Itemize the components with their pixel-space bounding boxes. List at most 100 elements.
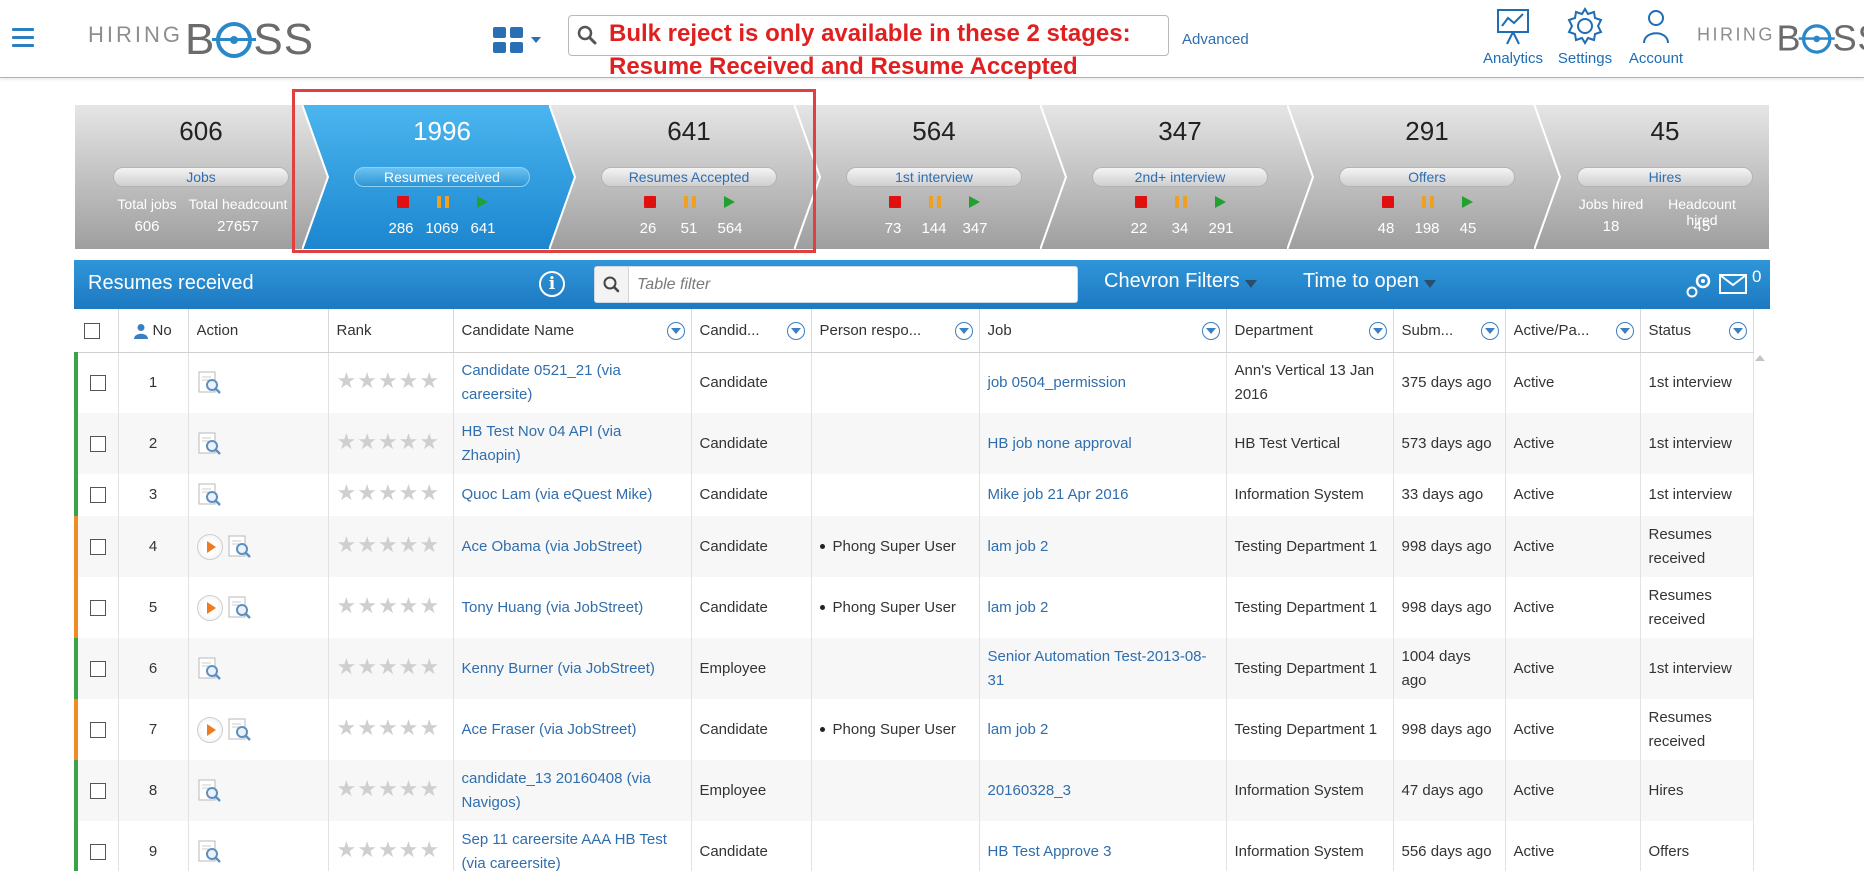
candidate-name-link[interactable]: Kenny Burner (via JobStreet) — [462, 660, 655, 677]
magnifier-icon[interactable] — [197, 431, 223, 457]
mail-icon[interactable] — [1718, 272, 1748, 296]
magnifier-icon[interactable] — [197, 656, 223, 682]
row-checkbox[interactable] — [89, 721, 106, 738]
magnifier-icon[interactable] — [197, 482, 223, 508]
column-header-job[interactable]: Job — [979, 309, 1227, 353]
column-header-rank[interactable]: Rank — [328, 309, 454, 353]
star-icon[interactable]: ★★★★★ — [337, 480, 441, 505]
magnifier-icon[interactable] — [197, 778, 223, 804]
job-link[interactable]: HB Test Approve 3 — [988, 843, 1112, 860]
play-icon[interactable] — [723, 196, 735, 208]
table-row[interactable]: 2 ★★★★★ HB Test Nov 04 API (via Zhaopin)… — [74, 413, 1754, 474]
info-icon[interactable]: i — [539, 271, 565, 297]
account-button[interactable]: Account — [1620, 6, 1692, 67]
column-header-submitted[interactable]: Subm... — [1393, 309, 1506, 353]
magnifier-icon[interactable] — [197, 839, 223, 865]
play-icon[interactable] — [1461, 196, 1473, 208]
candidate-name-link[interactable]: Quoc Lam (via eQuest Mike) — [462, 486, 653, 503]
play-icon[interactable] — [196, 716, 223, 743]
filter-icon[interactable] — [1728, 322, 1747, 340]
menu-icon[interactable] — [12, 28, 34, 48]
chevron-filters-dropdown[interactable]: Chevron Filters — [1104, 270, 1257, 293]
column-header-status[interactable]: Status — [1640, 309, 1754, 353]
play-icon[interactable] — [968, 196, 980, 208]
play-icon[interactable] — [196, 594, 223, 621]
row-checkbox[interactable] — [89, 782, 106, 799]
stopped-count[interactable]: 26 — [628, 220, 669, 237]
row-checkbox[interactable] — [89, 487, 106, 504]
filter-icon[interactable] — [1368, 322, 1387, 340]
job-link[interactable]: lam job 2 — [988, 538, 1049, 555]
job-link[interactable]: Mike job 21 Apr 2016 — [988, 486, 1129, 503]
candidate-name-link[interactable]: HB Test Nov 04 API (via Zhaopin) — [462, 423, 622, 464]
stop-icon[interactable] — [1134, 196, 1147, 208]
advanced-search-link[interactable]: Advanced — [1182, 31, 1249, 48]
job-link[interactable]: HB job none approval — [988, 435, 1132, 452]
table-row[interactable]: 3 ★★★★★ Quoc Lam (via eQuest Mike) Candi… — [74, 474, 1754, 516]
chevron-resumes-received[interactable]: 1996 Resumes received 286 1069 641 — [302, 104, 582, 250]
table-row[interactable]: 8 ★★★★★ candidate_13 20160408 (via Navig… — [74, 760, 1754, 821]
candidate-name-link[interactable]: Sep 11 careersite AAA HB Test (via caree… — [462, 831, 667, 871]
paused-count[interactable]: 1069 — [422, 220, 463, 237]
stopped-count[interactable]: 22 — [1119, 220, 1160, 237]
open-count[interactable]: 641 — [463, 220, 504, 237]
column-header-candidate-name[interactable]: Candidate Name — [453, 309, 692, 353]
select-all-checkbox[interactable] — [84, 322, 100, 339]
pause-icon[interactable] — [928, 196, 941, 208]
chevron-2nd-interview[interactable]: 347 2nd+ interview 22 34 291 — [1040, 104, 1320, 250]
play-icon[interactable] — [196, 533, 223, 560]
filter-icon[interactable] — [666, 322, 685, 340]
table-row[interactable]: 1 ★★★★★ Candidate 0521_21 (via careersit… — [74, 352, 1754, 413]
candidate-name-link[interactable]: candidate_13 20160408 (via Navigos) — [462, 770, 651, 811]
chevron-1st-interview[interactable]: 564 1st interview 73 144 347 — [794, 104, 1074, 250]
column-header-candidate-type[interactable]: Candid... — [691, 309, 812, 353]
pause-icon[interactable] — [436, 196, 449, 208]
open-count[interactable]: 347 — [955, 220, 996, 237]
stage-label[interactable]: Hires — [1577, 167, 1753, 187]
apps-switcher-button[interactable] — [493, 27, 541, 53]
row-checkbox[interactable] — [89, 843, 106, 860]
chevron-resumes-accepted[interactable]: 641 Resumes Accepted 26 51 564 — [549, 104, 829, 250]
stop-icon[interactable] — [643, 196, 656, 208]
stage-label[interactable]: Jobs — [113, 167, 289, 187]
table-row[interactable]: 5 ★★★★★ Tony Huang (via JobStreet) Candi… — [74, 577, 1754, 638]
column-header-active-passive[interactable]: Active/Pa... — [1505, 309, 1641, 353]
play-icon[interactable] — [476, 196, 488, 208]
job-link[interactable]: Senior Automation Test-2013-08-31 — [988, 648, 1207, 689]
summary-value[interactable]: 606 — [114, 218, 180, 235]
star-icon[interactable]: ★★★★★ — [337, 715, 441, 740]
stage-label[interactable]: Resumes received — [354, 167, 530, 187]
hiringboss-logo[interactable]: HIRING B SS — [88, 12, 314, 62]
stop-icon[interactable] — [888, 196, 901, 208]
paused-count[interactable]: 34 — [1160, 220, 1201, 237]
pause-icon[interactable] — [1174, 196, 1187, 208]
open-count[interactable]: 45 — [1448, 220, 1489, 237]
table-filter-input[interactable] — [637, 273, 1057, 297]
star-icon[interactable]: ★★★★★ — [337, 776, 441, 801]
job-link[interactable]: job 0504_permission — [988, 374, 1126, 391]
summary-value[interactable]: 18 — [1578, 218, 1644, 235]
row-checkbox[interactable] — [89, 435, 106, 452]
job-link[interactable]: 20160328_3 — [988, 782, 1071, 799]
table-row[interactable]: 7 ★★★★★ Ace Fraser (via JobStreet) Candi… — [74, 699, 1754, 760]
gear-icon[interactable] — [1684, 270, 1714, 300]
table-row[interactable]: 9 ★★★★★ Sep 11 careersite AAA HB Test (v… — [74, 821, 1754, 871]
filter-icon[interactable] — [954, 322, 973, 340]
stage-label[interactable]: Resumes Accepted — [601, 167, 777, 187]
table-row[interactable]: 4 ★★★★★ Ace Obama (via JobStreet) Candid… — [74, 516, 1754, 577]
chevron-offers[interactable]: 291 Offers 48 198 45 — [1287, 104, 1567, 250]
magnifier-icon[interactable] — [197, 370, 223, 396]
star-icon[interactable]: ★★★★★ — [337, 532, 441, 557]
paused-count[interactable]: 198 — [1407, 220, 1448, 237]
filter-icon[interactable] — [786, 322, 805, 340]
summary-value[interactable]: 45 — [1652, 218, 1752, 235]
stopped-count[interactable]: 73 — [873, 220, 914, 237]
column-header-department[interactable]: Department — [1226, 309, 1394, 353]
candidate-name-link[interactable]: Candidate 0521_21 (via careersite) — [462, 362, 621, 403]
filter-icon[interactable] — [1480, 322, 1499, 340]
row-checkbox[interactable] — [89, 538, 106, 555]
paused-count[interactable]: 144 — [914, 220, 955, 237]
play-icon[interactable] — [1214, 196, 1226, 208]
row-checkbox[interactable] — [89, 599, 106, 616]
open-count[interactable]: 291 — [1201, 220, 1242, 237]
